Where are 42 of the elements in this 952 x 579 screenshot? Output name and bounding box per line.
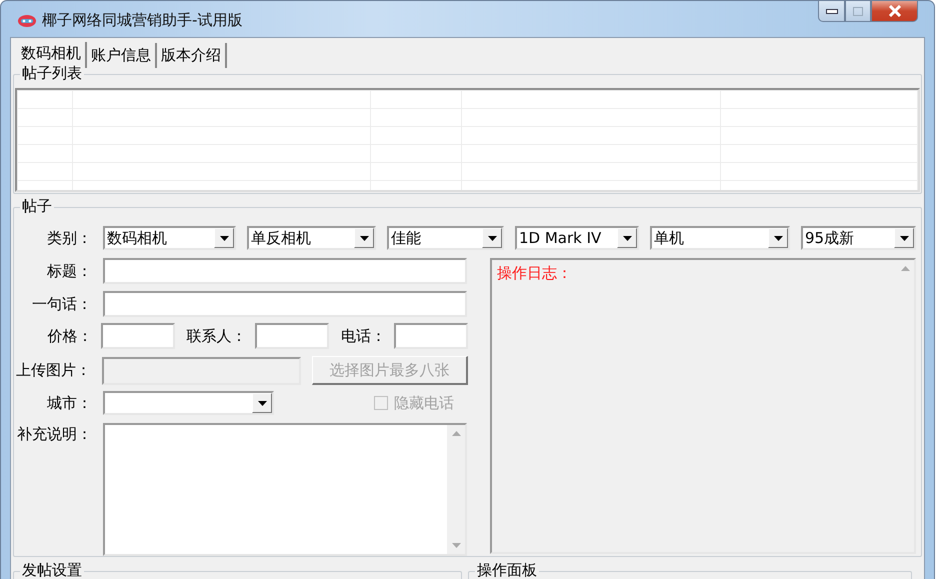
group-title: 帖子列表 [20, 64, 84, 83]
field-label: 价格： [46, 326, 93, 347]
field-label: 城市： [46, 392, 92, 414]
maximize-icon [853, 6, 863, 16]
tab[interactable]: 版本介绍 [157, 43, 227, 68]
category-dropdown[interactable]: 1D Mark IV [515, 226, 639, 250]
close-icon [888, 5, 902, 17]
field-label: 标题： [46, 260, 92, 282]
scroll-down-icon [452, 543, 460, 548]
app-logo-icon [17, 14, 37, 28]
phone-field[interactable] [394, 323, 468, 349]
minimize-icon [826, 8, 838, 14]
field-label: 电话： [340, 326, 386, 347]
tab[interactable]: 账户信息 [87, 43, 157, 68]
category-dropdown[interactable]: 单反相机 [247, 226, 376, 250]
close-button[interactable] [871, 1, 918, 22]
category-dropdown[interactable]: 数码相机 [103, 226, 236, 250]
group-title: 操作面板 [475, 561, 539, 579]
minimize-button[interactable] [818, 1, 845, 22]
scrollbar[interactable] [447, 425, 465, 554]
post-list[interactable] [15, 88, 920, 192]
field-label: 上传图片： [15, 360, 92, 382]
city-dropdown[interactable] [103, 391, 274, 415]
category-dropdown[interactable]: 单机 [650, 226, 790, 250]
price-field[interactable] [100, 323, 175, 349]
category-dropdown[interactable]: 95成新 [801, 226, 916, 250]
summary-field[interactable] [103, 291, 467, 317]
title-field[interactable] [103, 258, 467, 284]
group-title: 帖子 [20, 197, 54, 216]
contact-field[interactable] [254, 323, 329, 349]
window-title: 椰子网络同城营销助手-试用版 [42, 10, 242, 31]
checkbox-label: 隐藏电话 [394, 392, 454, 414]
scroll-up-icon [452, 431, 460, 436]
field-label: 补充说明： [16, 424, 92, 445]
group-title: 发帖设置 [20, 561, 84, 579]
field-label: 联系人： [186, 326, 247, 347]
notes-field[interactable] [103, 423, 467, 556]
log-title: 操作日志： [496, 263, 572, 284]
scroll-up-icon [900, 266, 910, 271]
field-label: 类别： [46, 228, 92, 249]
category-dropdown[interactable]: 佳能 [387, 226, 504, 250]
field-label: 一句话： [31, 294, 92, 315]
